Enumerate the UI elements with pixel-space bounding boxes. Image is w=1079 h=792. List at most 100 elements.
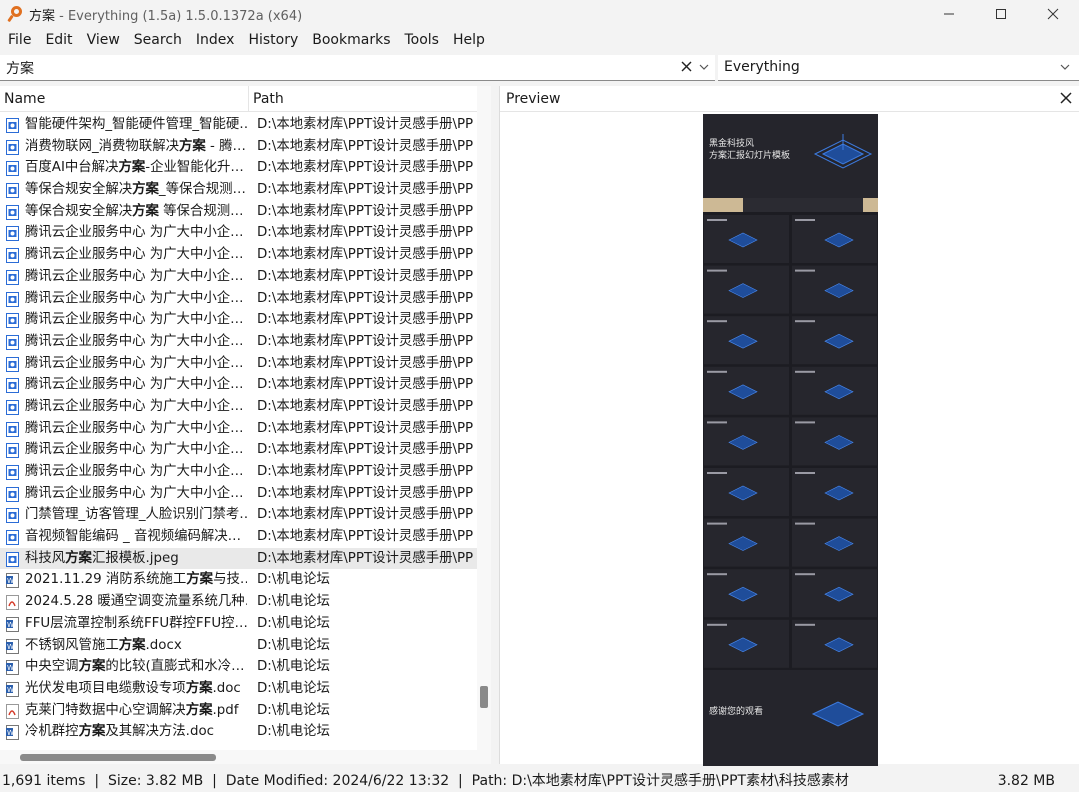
file-path: D:\本地素材库\PPT设计灵感手册\PP <box>257 464 474 479</box>
table-row[interactable]: 腾讯云企业服务中心 为广大中小企… D:\本地素材库\PPT设计灵感手册\PP <box>0 222 477 244</box>
svg-text:W: W <box>7 686 14 694</box>
menu-view[interactable]: View <box>80 29 127 51</box>
table-row[interactable]: 腾讯云企业服务中心 为广大中小企… D:\本地素材库\PPT设计灵感手册\PP <box>0 309 477 331</box>
table-row[interactable]: 腾讯云企业服务中心 为广大中小企… D:\本地素材库\PPT设计灵感手册\PP <box>0 374 477 396</box>
window-controls <box>923 0 1079 28</box>
maximize-button[interactable] <box>975 0 1027 28</box>
table-row[interactable]: 克莱门特数据中心空调解决方案.pdf D:\机电论坛 <box>0 700 477 722</box>
svg-text:W: W <box>7 577 14 585</box>
file-name-match: 方案 <box>186 572 214 588</box>
table-row[interactable]: 百度AI中台解决方案-企业智能化升… D:\本地素材库\PPT设计灵感手册\PP <box>0 157 477 179</box>
word-document-icon: W <box>6 616 19 632</box>
maximize-icon <box>996 9 1006 19</box>
word-document-icon: W <box>6 573 19 589</box>
column-resize-handle[interactable] <box>248 86 249 112</box>
table-row[interactable]: 腾讯云企业服务中心 为广大中小企… D:\本地素材库\PPT设计灵感手册\PP <box>0 244 477 266</box>
menu-bookmarks[interactable]: Bookmarks <box>305 29 397 51</box>
table-row[interactable]: 腾讯云企业服务中心 为广大中小企… D:\本地素材库\PPT设计灵感手册\PP <box>0 331 477 353</box>
word-document-icon: W <box>6 681 19 697</box>
menu-tools[interactable]: Tools <box>397 29 446 51</box>
everything-logo-icon <box>7 6 24 23</box>
results-column-header: Name Path <box>0 86 477 112</box>
file-name: 腾讯云企业服务中心 为广大中小企… <box>25 376 247 394</box>
table-row[interactable]: 音视频智能编码 _ 音视频编码解决… D:\本地素材库\PPT设计灵感手册\PP <box>0 526 477 548</box>
status-bar: 1,691 items | Size: 3.82 MB | Date Modif… <box>0 770 1079 792</box>
cover-bar-dark <box>743 198 863 212</box>
table-row[interactable]: 腾讯云企业服务中心 为广大中小企… D:\本地素材库\PPT设计灵感手册\PP <box>0 439 477 461</box>
table-row[interactable]: 腾讯云企业服务中心 为广大中小企… D:\本地素材库\PPT设计灵感手册\PP <box>0 266 477 288</box>
file-name: 消费物联网_消费物联解决方案 - 腾… <box>25 138 247 156</box>
file-path: D:\本地素材库\PPT设计灵感手册\PP <box>257 333 474 349</box>
title-bar: 方案 - Everything (1.5a) 1.5.0.1372a (x64) <box>0 0 1079 28</box>
close-icon <box>681 61 691 72</box>
table-row[interactable]: 科技风方案汇报模板.jpeg D:\本地素材库\PPT设计灵感手册\PP <box>0 547 477 570</box>
image-file-icon <box>6 465 19 480</box>
table-row[interactable]: 腾讯云企业服务中心 为广大中小企… D:\本地素材库\PPT设计灵感手册\PP <box>0 461 477 483</box>
file-name: 科技风方案汇报模板.jpeg <box>25 550 247 568</box>
column-name-header[interactable]: Name <box>4 91 45 107</box>
file-name-part: FFU层流罩控制系统FFU群控FFU控… <box>25 615 247 631</box>
menu-bar: File Edit View Search Index History Book… <box>0 29 492 51</box>
file-name-part: 与技… <box>213 572 247 588</box>
file-name-part: -企业智能化升… <box>145 160 244 176</box>
file-name-part: 腾讯云企业服务中心 为广大中小企… <box>25 485 244 501</box>
table-row[interactable]: 腾讯云企业服务中心 为广大中小企… D:\本地素材库\PPT设计灵感手册\PP <box>0 396 477 418</box>
scrollbar-thumb[interactable] <box>480 686 488 708</box>
table-row[interactable]: W FFU层流罩控制系统FFU群控FFU控… D:\机电论坛 <box>0 613 477 635</box>
minimize-button[interactable] <box>923 0 975 28</box>
scrollbar-thumb[interactable] <box>20 754 216 761</box>
table-row[interactable]: 腾讯云企业服务中心 为广大中小企… D:\本地素材库\PPT设计灵感手册\PP <box>0 483 477 505</box>
close-preview-icon[interactable] <box>1058 90 1074 106</box>
search-input[interactable] <box>6 58 666 78</box>
file-name-part: 百度AI中台解决 <box>25 160 119 176</box>
file-name: 智能硬件架构_智能硬件管理_智能硬… <box>25 116 247 134</box>
menu-help[interactable]: Help <box>446 29 492 51</box>
table-row[interactable]: 腾讯云企业服务中心 为广大中小企… D:\本地素材库\PPT设计灵感手册\PP <box>0 353 477 375</box>
status-items: 1,691 items <box>2 773 86 789</box>
close-icon <box>1047 8 1059 20</box>
table-row[interactable]: W 光伏发电项目电缆敷设专项方案.doc D:\机电论坛 <box>0 678 477 700</box>
file-name: 音视频智能编码 _ 音视频编码解决… <box>25 528 247 546</box>
table-row[interactable]: 智能硬件架构_智能硬件管理_智能硬… D:\本地素材库\PPT设计灵感手册\PP <box>0 114 477 136</box>
slide-thumbnail <box>704 316 789 365</box>
file-name: 中央空调方案的比较(直膨式和水冷… <box>25 658 247 676</box>
minimize-icon <box>944 13 954 15</box>
menu-index[interactable]: Index <box>189 29 242 51</box>
menu-edit[interactable]: Edit <box>38 29 79 51</box>
filter-select[interactable]: Everything <box>718 55 1079 81</box>
file-path: D:\本地素材库\PPT设计灵感手册\PP <box>257 312 474 328</box>
table-row[interactable]: W 不锈钢风管施工方案.docx D:\机电论坛 <box>0 635 477 657</box>
close-window-button[interactable] <box>1027 0 1079 28</box>
table-row[interactable]: 门禁管理_访客管理_人脸识别门禁考… D:\本地素材库\PPT设计灵感手册\PP <box>0 504 477 526</box>
file-name: 腾讯云企业服务中心 为广大中小企… <box>25 333 247 351</box>
table-row[interactable]: W 中央空调方案的比较(直膨式和水冷… D:\机电论坛 <box>0 656 477 678</box>
table-row[interactable]: 消费物联网_消费物联解决方案 - 腾… D:\本地素材库\PPT设计灵感手册\PP <box>0 136 477 158</box>
clear-search-button[interactable] <box>677 57 695 77</box>
column-path-header[interactable]: Path <box>253 91 284 107</box>
table-row[interactable]: 2024.5.28 暖通空调变流量系统几种… D:\机电论坛 <box>0 591 477 613</box>
table-row[interactable]: 等保合规安全解决方案_等保合规测… D:\本地素材库\PPT设计灵感手册\PP <box>0 179 477 201</box>
preview-thumbnail: 黑金科技风 方案汇报幻灯片模板 感谢您的观看 <box>703 114 878 766</box>
file-name-match: 方案 <box>179 138 206 154</box>
pdf-file-icon <box>6 595 19 611</box>
image-file-icon <box>6 486 19 502</box>
table-row[interactable]: 腾讯云企业服务中心 为广大中小企… D:\本地素材库\PPT设计灵感手册\PP <box>0 288 477 310</box>
status-total-size: 3.82 MB <box>997 773 1055 789</box>
menu-search[interactable]: Search <box>127 29 189 51</box>
table-row[interactable]: W 2021.11.29 消防系统施工方案与技… D:\机电论坛 <box>0 569 477 591</box>
table-row[interactable]: 等保合规安全解决方案 等保合规测… D:\本地素材库\PPT设计灵感手册\PP <box>0 201 477 223</box>
results-horizontal-scrollbar[interactable] <box>0 750 477 764</box>
file-name-match: 方案 <box>78 659 106 675</box>
results-vertical-scrollbar[interactable] <box>477 86 491 764</box>
slide-thumbnail <box>792 518 877 567</box>
table-row[interactable]: W 冷机群控方案及其解决方法.doc D:\机电论坛 <box>0 721 477 743</box>
file-name-part: 光伏发电项目电缆敷设专项 <box>25 680 186 696</box>
file-path: D:\本地素材库\PPT设计灵感手册\PP <box>257 182 474 198</box>
menu-history[interactable]: History <box>241 29 305 51</box>
menu-file[interactable]: File <box>1 29 38 51</box>
table-row[interactable]: 腾讯云企业服务中心 为广大中小企… D:\本地素材库\PPT设计灵感手册\PP <box>0 418 477 440</box>
svg-text:W: W <box>7 729 14 737</box>
image-file-icon <box>6 226 19 242</box>
search-history-dropdown[interactable] <box>698 57 712 77</box>
file-name-part: 腾讯云企业服务中心 为广大中小企… <box>25 377 244 393</box>
